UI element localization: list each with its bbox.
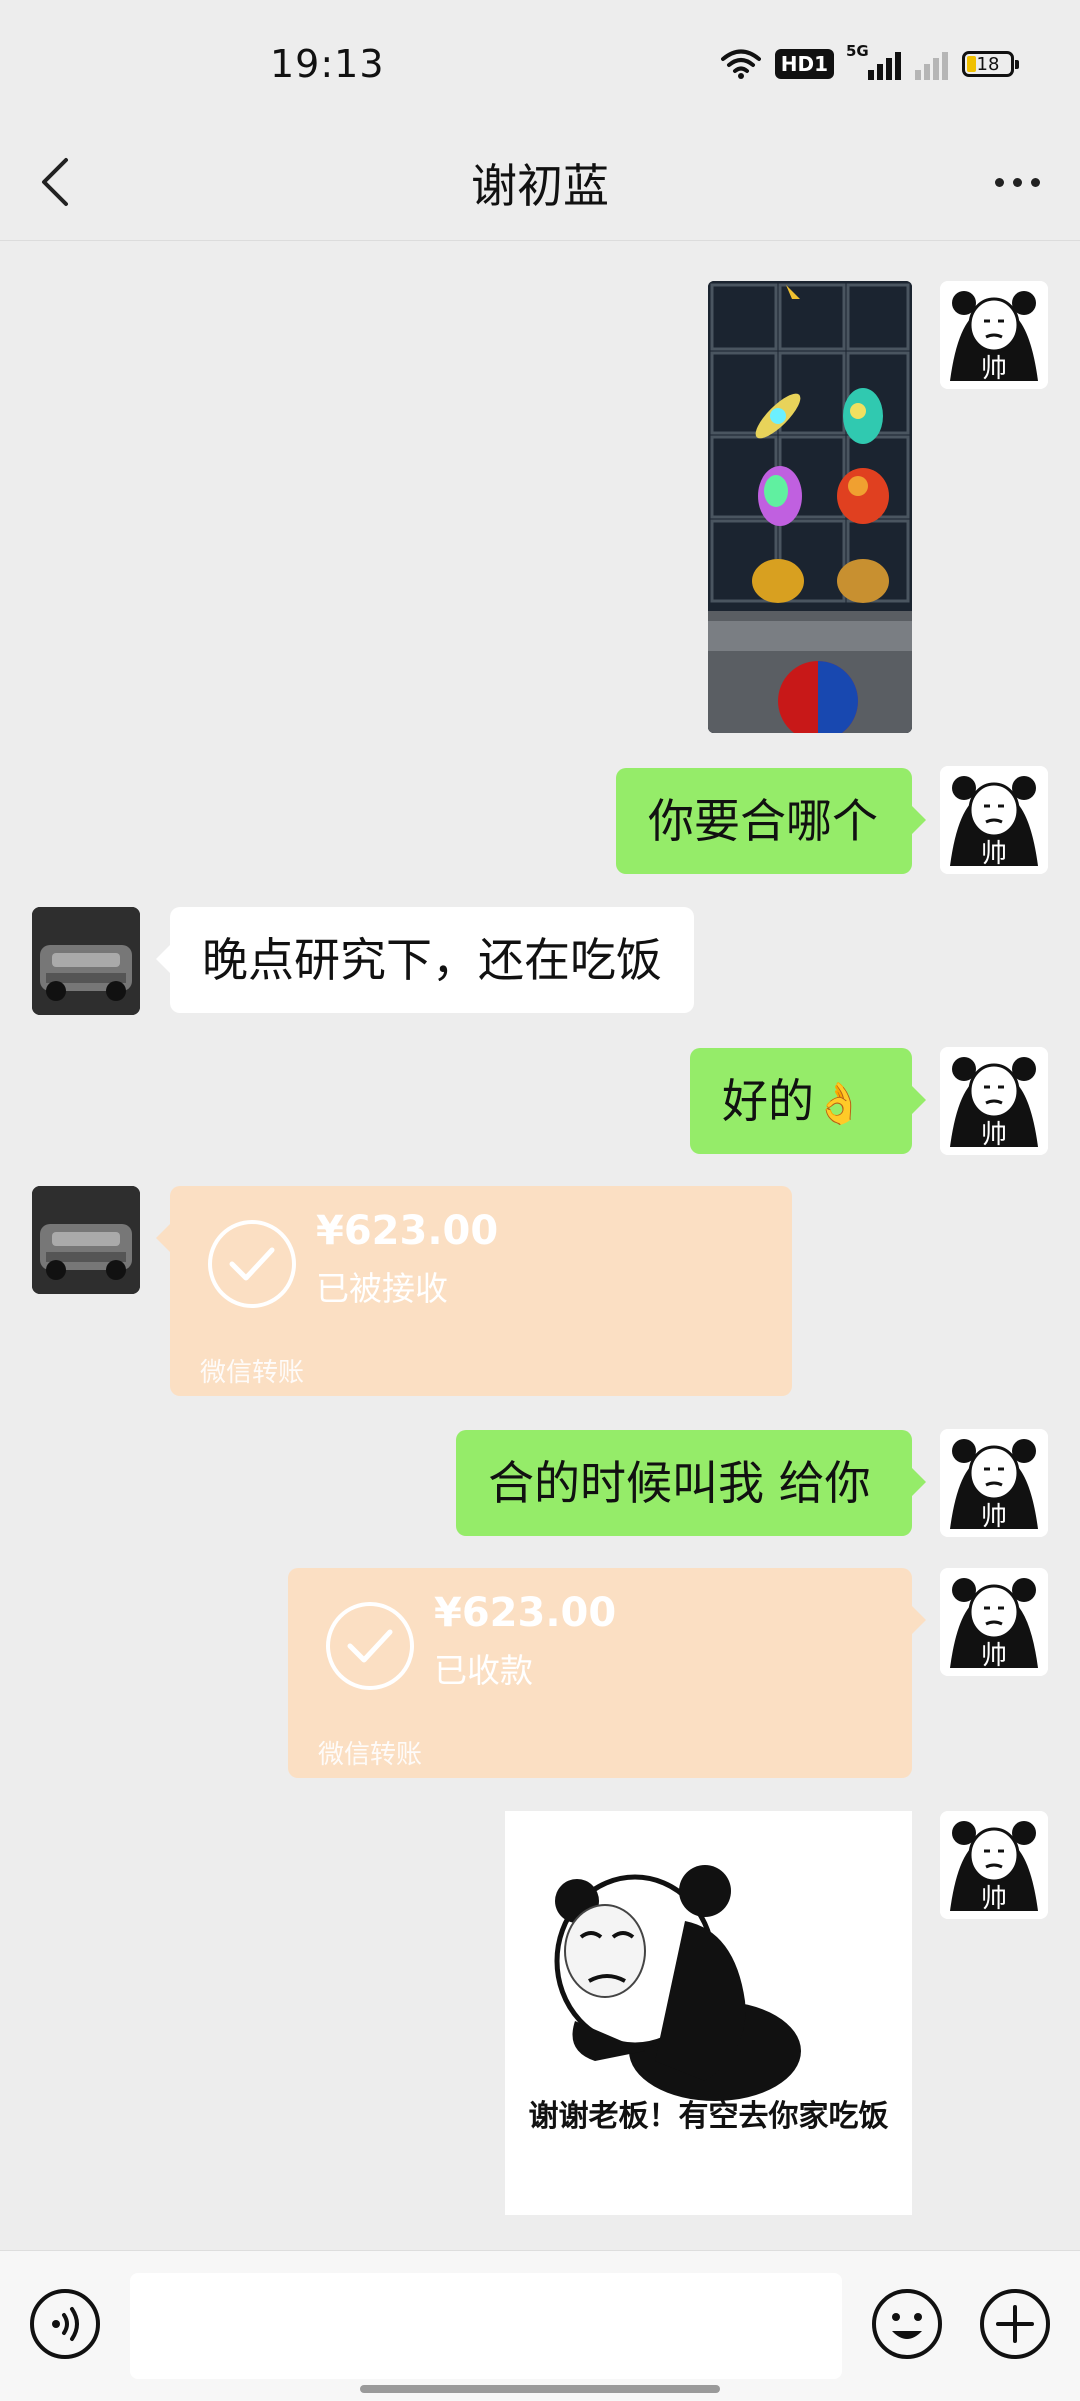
my-avatar[interactable]: 帅 — [940, 1047, 1048, 1155]
svg-text:帅: 帅 — [981, 1641, 1007, 1671]
chat-messages[interactable]: 帅 你要合哪个 帅 晚点研究下，还在吃饭 好的👌 帅 ¥623.00 已被接收 … — [0, 241, 1080, 2235]
status-bar: 19:13 HD1 5G 18 — [0, 0, 1080, 130]
transfer-card-sent[interactable]: ¥623.00 已收款 微信转账 — [288, 1568, 926, 1778]
signal-5g-icon: 5G — [846, 42, 901, 80]
home-indicator[interactable] — [360, 2385, 720, 2393]
checkmark-circle-icon — [326, 1602, 414, 1690]
hd-badge: HD1 — [774, 49, 834, 79]
game-screenshot-image[interactable] — [708, 281, 912, 733]
svg-text:帅: 帅 — [981, 839, 1007, 869]
contact-avatar[interactable] — [32, 1186, 140, 1294]
checkmark-circle-icon — [208, 1220, 296, 1308]
transfer-amount: ¥623.00 — [434, 1590, 617, 1636]
emoji-icon[interactable] — [870, 2287, 944, 2361]
svg-text:帅: 帅 — [981, 1502, 1007, 1532]
status-time: 19:13 — [270, 42, 385, 86]
my-avatar[interactable]: 帅 — [940, 1568, 1048, 1676]
my-avatar[interactable]: 帅 — [940, 1811, 1048, 1919]
status-icons: HD1 5G 18 — [720, 42, 1019, 84]
message-text-field[interactable] — [130, 2273, 842, 2379]
chat-header: 谢初蓝 — [0, 130, 1080, 242]
my-avatar[interactable]: 帅 — [940, 766, 1048, 874]
message-text: 好的 — [722, 1074, 814, 1128]
transfer-footer: 微信转账 — [318, 1740, 423, 1770]
my-avatar[interactable]: 帅 — [940, 1429, 1048, 1537]
transfer-status: 已被接收 — [316, 1269, 448, 1308]
message-bubble-sent[interactable]: 合的时候叫我 给你 — [456, 1430, 926, 1536]
signal-secondary-icon — [915, 48, 948, 80]
svg-text:帅: 帅 — [981, 1884, 1007, 1914]
transfer-amount: ¥623.00 — [316, 1208, 499, 1254]
voice-input-icon[interactable] — [28, 2287, 102, 2361]
panda-sticker-image[interactable]: 谢谢老板！有空去你家吃饭 — [505, 1811, 912, 2215]
svg-text:帅: 帅 — [981, 1120, 1007, 1150]
message-bubble-sent[interactable]: 你要合哪个 — [616, 768, 926, 874]
more-options-icon[interactable] — [982, 152, 1052, 212]
chat-title: 谢初蓝 — [471, 159, 609, 213]
battery-icon: 18 — [962, 51, 1019, 77]
ok-hand-emoji: 👌 — [814, 1081, 864, 1127]
plus-icon[interactable] — [978, 2287, 1052, 2361]
wifi-icon — [720, 49, 761, 79]
transfer-status: 已收款 — [434, 1651, 533, 1690]
sticker-caption: 谢谢老板！有空去你家吃饭 — [528, 2099, 889, 2134]
message-bubble-sent[interactable]: 好的👌 — [690, 1048, 926, 1154]
svg-text:帅: 帅 — [981, 354, 1007, 384]
contact-avatar[interactable] — [32, 907, 140, 1015]
transfer-footer: 微信转账 — [200, 1358, 305, 1388]
transfer-card-received[interactable]: ¥623.00 已被接收 微信转账 — [156, 1186, 792, 1396]
message-bubble-received[interactable]: 晚点研究下，还在吃饭 — [156, 907, 694, 1013]
my-avatar[interactable]: 帅 — [940, 281, 1048, 389]
message-input-bar — [0, 2250, 1080, 2401]
